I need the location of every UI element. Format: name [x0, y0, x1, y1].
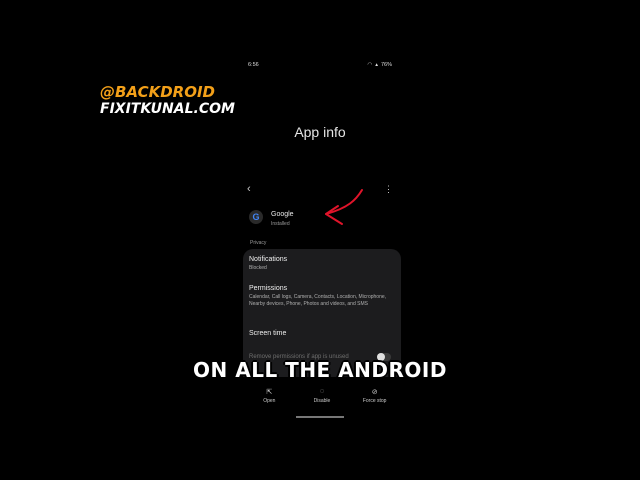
watermark-handle: @BACKDROID	[100, 83, 215, 101]
annotation-arrow-icon	[325, 189, 363, 225]
force-stop-icon: ⊘	[371, 389, 378, 396]
back-icon[interactable]: ‹	[247, 183, 251, 195]
disable-icon: ◌	[319, 388, 325, 395]
watermark: @BACKDROID FIXITKUNAL.COM	[100, 84, 235, 118]
open-external-icon: ⇱	[266, 389, 273, 396]
signal-icon: ▴	[375, 62, 378, 68]
permissions-list: Calendar, Call logs, Camera, Contacts, L…	[249, 294, 387, 307]
section-label-privacy: Privacy	[250, 240, 267, 246]
status-bar: 6:56 ◠ ▴ 76%	[248, 60, 392, 70]
screen-time-item[interactable]: Screen time	[249, 330, 286, 337]
google-app-icon: G	[249, 210, 263, 224]
status-time: 6:56	[248, 62, 259, 68]
wifi-icon: ◠	[367, 62, 373, 68]
open-button[interactable]: ⇱ Open	[244, 388, 294, 412]
notifications-item[interactable]: Notifications	[249, 256, 287, 263]
app-install-status: Installed	[271, 221, 290, 227]
video-caption: ON ALL THE ANDROID	[193, 358, 447, 382]
disable-button[interactable]: ◌ Disable	[297, 388, 347, 412]
battery-level: 76%	[380, 62, 392, 68]
permissions-item[interactable]: Permissions	[249, 285, 287, 292]
notifications-status: Blocked	[249, 265, 267, 271]
bottom-action-bar: ⇱ Open ◌ Disable ⊘ Force stop	[243, 388, 401, 412]
app-name: Google	[271, 211, 294, 218]
gesture-nav-handle	[296, 416, 344, 418]
more-options-icon[interactable]: ⋮	[384, 184, 393, 195]
page-title: App info	[294, 124, 346, 140]
watermark-site: FIXITKUNAL.COM	[100, 101, 235, 117]
force-stop-button[interactable]: ⊘ Force stop	[350, 388, 400, 412]
